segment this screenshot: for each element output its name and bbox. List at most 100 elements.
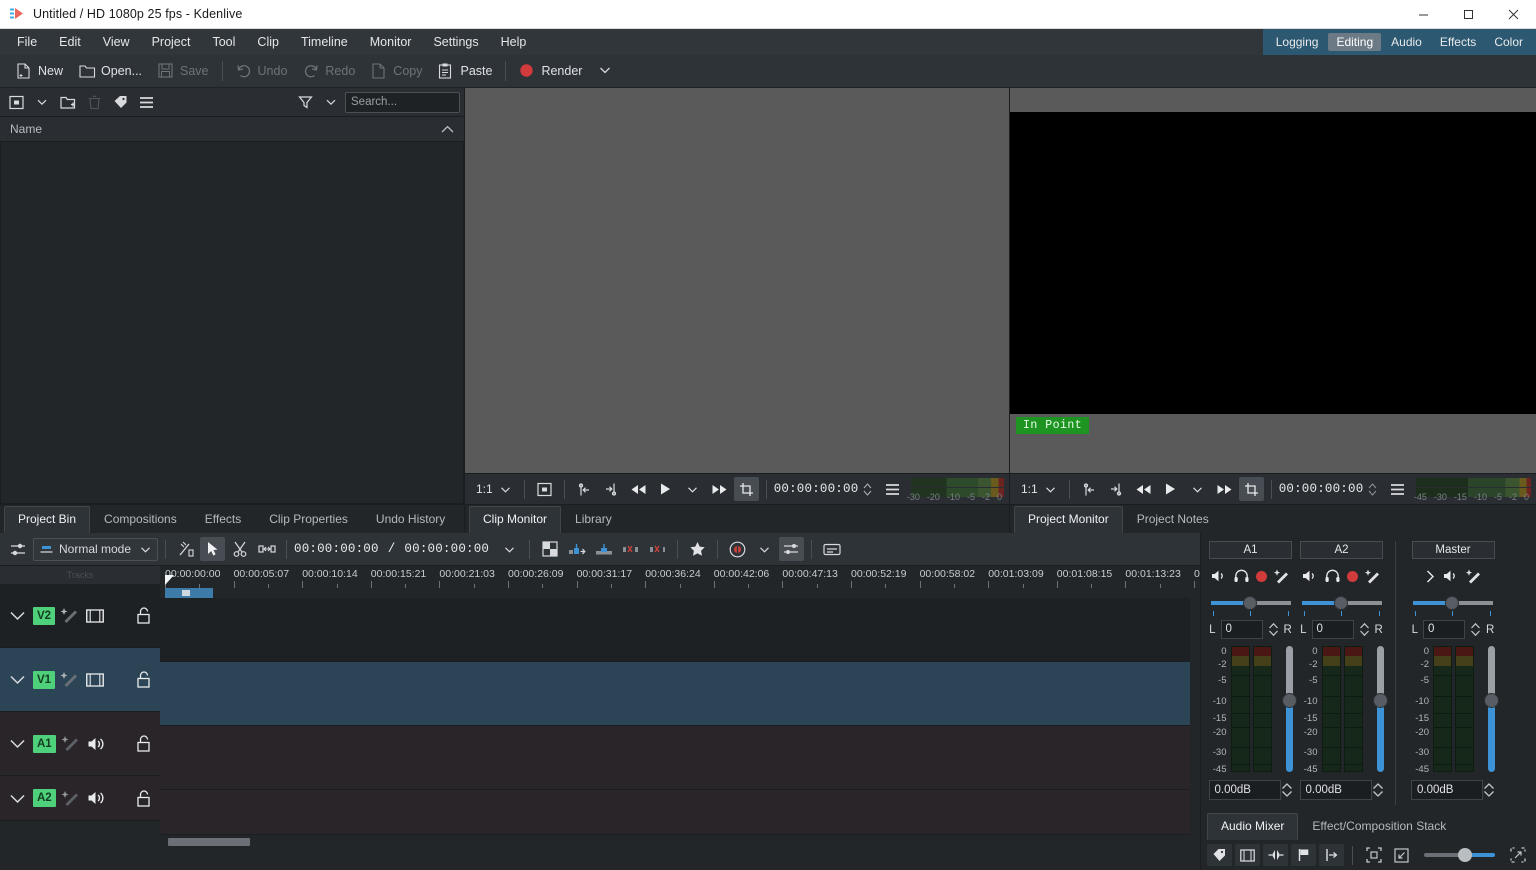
show-markers-comments-icon[interactable]	[1291, 844, 1316, 866]
gain-value-a2[interactable]: 0.00dB	[1299, 780, 1372, 800]
extract-zone-icon[interactable]	[618, 537, 643, 561]
track-expand-chevron-icon[interactable]	[8, 609, 27, 622]
fader-handle[interactable]	[1281, 693, 1297, 708]
tab-clip-properties[interactable]: Clip Properties	[255, 506, 362, 533]
track-audio-icon[interactable]	[87, 736, 106, 752]
zone-knob[interactable]	[182, 590, 190, 596]
fader-handle[interactable]	[1484, 693, 1499, 708]
menu-monitor[interactable]: Monitor	[359, 29, 423, 55]
timeline-zone-bar[interactable]	[160, 575, 1200, 598]
filter-dropdown-icon[interactable]	[319, 91, 343, 113]
insert-zone-icon[interactable]	[564, 537, 589, 561]
effects-wand-icon[interactable]	[1273, 569, 1290, 584]
clip-monitor-menu-icon[interactable]	[880, 477, 905, 501]
track-effects-wand-icon[interactable]	[60, 671, 80, 688]
track-expand-chevron-icon[interactable]	[8, 673, 27, 686]
track-effects-wand-icon[interactable]	[61, 790, 81, 807]
filter-funnel-icon[interactable]	[293, 91, 317, 113]
timeline-zoom-slider[interactable]	[1424, 847, 1495, 863]
project-monitor-zone-icon[interactable]	[1238, 477, 1264, 501]
add-clip-dropdown-icon[interactable]	[30, 91, 54, 113]
mute-speaker-icon[interactable]	[1211, 569, 1227, 583]
headphone-solo-icon[interactable]	[1234, 569, 1249, 583]
record-arm-icon[interactable]	[1256, 570, 1267, 582]
timeline-zone[interactable]	[165, 588, 213, 598]
set-zone-out-icon[interactable]	[1104, 477, 1129, 501]
track-lock-icon[interactable]	[136, 607, 152, 624]
toolbar-overflow-button[interactable]	[590, 60, 623, 83]
tab-compositions[interactable]: Compositions	[90, 506, 191, 533]
fit-zoom-icon[interactable]	[1361, 844, 1386, 866]
tab-audio-mixer[interactable]: Audio Mixer	[1207, 813, 1299, 840]
show-snap-icon[interactable]	[1319, 844, 1344, 866]
minimize-button[interactable]	[1401, 0, 1446, 29]
pan-slider-a1[interactable]	[1210, 595, 1291, 611]
project-monitor-zoom-select[interactable]: 1:1	[1015, 482, 1062, 496]
pan-handle[interactable]	[1445, 596, 1459, 610]
mixer-strip-name-master[interactable]: Master	[1411, 541, 1495, 559]
pan-slider-a2[interactable]	[1301, 595, 1382, 611]
track-label-a1[interactable]: A1	[33, 734, 56, 753]
mixer-strip-name-a1[interactable]: A1	[1209, 541, 1292, 559]
play-options-chevron-icon[interactable]	[680, 477, 705, 501]
toggle-snap-icon[interactable]	[173, 537, 198, 561]
undo-button[interactable]: Undo	[228, 60, 296, 83]
headphone-solo-icon[interactable]	[1325, 569, 1340, 583]
project-monitor-video[interactable]: In Point	[1010, 88, 1536, 473]
close-button[interactable]	[1491, 0, 1536, 29]
track-label-v1[interactable]: V1	[33, 670, 56, 689]
tab-project-bin[interactable]: Project Bin	[4, 506, 91, 533]
selection-tool-icon[interactable]	[200, 537, 225, 561]
volume-fader-a1[interactable]	[1281, 646, 1297, 772]
tab-effects[interactable]: Effects	[191, 506, 255, 533]
layout-tab-audio[interactable]: Audio	[1383, 33, 1430, 51]
gain-spinner-master[interactable]	[1483, 782, 1495, 798]
rewind-icon[interactable]	[626, 477, 651, 501]
track-expand-chevron-icon[interactable]	[8, 737, 27, 750]
lift-zone-icon[interactable]	[645, 537, 670, 561]
menu-edit[interactable]: Edit	[48, 29, 92, 55]
show-video-thumbnails-icon[interactable]	[1235, 844, 1260, 866]
audio-mixer-toggle-icon[interactable]	[779, 537, 805, 561]
track-expand-chevron-icon[interactable]	[8, 792, 27, 805]
tab-effect-composition-stack[interactable]: Effect/Composition Stack	[1298, 813, 1460, 840]
gain-spinner-a2[interactable]	[1372, 782, 1384, 798]
pan-value-a1[interactable]: 0	[1220, 620, 1263, 639]
render-button[interactable]: Render	[511, 60, 590, 83]
pan-value-a2[interactable]: 0	[1311, 620, 1354, 639]
copy-button[interactable]: Copy	[363, 60, 430, 83]
search-input[interactable]: Search...	[345, 91, 460, 113]
play-icon[interactable]	[653, 477, 678, 501]
clip-monitor-video[interactable]	[465, 88, 1009, 473]
tag-icon[interactable]	[108, 91, 132, 113]
open-button[interactable]: Open...	[71, 60, 150, 83]
menu-view[interactable]: View	[92, 29, 141, 55]
track-header-v2[interactable]: V2	[0, 584, 160, 648]
pan-handle[interactable]	[1333, 596, 1348, 610]
timeline-track-a2[interactable]	[160, 790, 1200, 835]
layout-tab-color[interactable]: Color	[1486, 33, 1531, 51]
clip-monitor-zone-icon[interactable]	[733, 477, 759, 501]
pan-slider-master[interactable]	[1413, 595, 1493, 611]
pan-spinner-master[interactable]	[1470, 622, 1481, 637]
set-zone-in-icon[interactable]	[1077, 477, 1102, 501]
menu-clip[interactable]: Clip	[246, 29, 290, 55]
project-monitor-menu-icon[interactable]	[1385, 477, 1410, 501]
mixer-strip-name-a2[interactable]: A2	[1300, 541, 1383, 559]
zoom-slider-handle[interactable]	[1458, 848, 1473, 862]
timeline-track-v1[interactable]	[160, 662, 1200, 726]
tab-project-monitor[interactable]: Project Monitor	[1014, 506, 1123, 533]
new-button[interactable]: New	[8, 60, 71, 83]
tab-project-notes[interactable]: Project Notes	[1123, 506, 1223, 533]
track-lock-icon[interactable]	[136, 735, 152, 752]
delete-clip-icon[interactable]	[82, 91, 106, 113]
layout-tab-logging[interactable]: Logging	[1268, 33, 1327, 51]
play-icon[interactable]	[1158, 477, 1183, 501]
tab-library[interactable]: Library	[561, 506, 626, 533]
track-effects-wand-icon[interactable]	[61, 735, 81, 752]
redo-button[interactable]: Redo	[295, 60, 363, 83]
timeline-ruler[interactable]: 00:00:00:00 00:00:05:07 00:00:10:14 00:00:1…	[160, 566, 1200, 588]
scrollbar-thumb[interactable]	[168, 838, 250, 846]
overwrite-zone-icon[interactable]	[591, 537, 616, 561]
timeline-settings-icon[interactable]	[6, 537, 31, 561]
